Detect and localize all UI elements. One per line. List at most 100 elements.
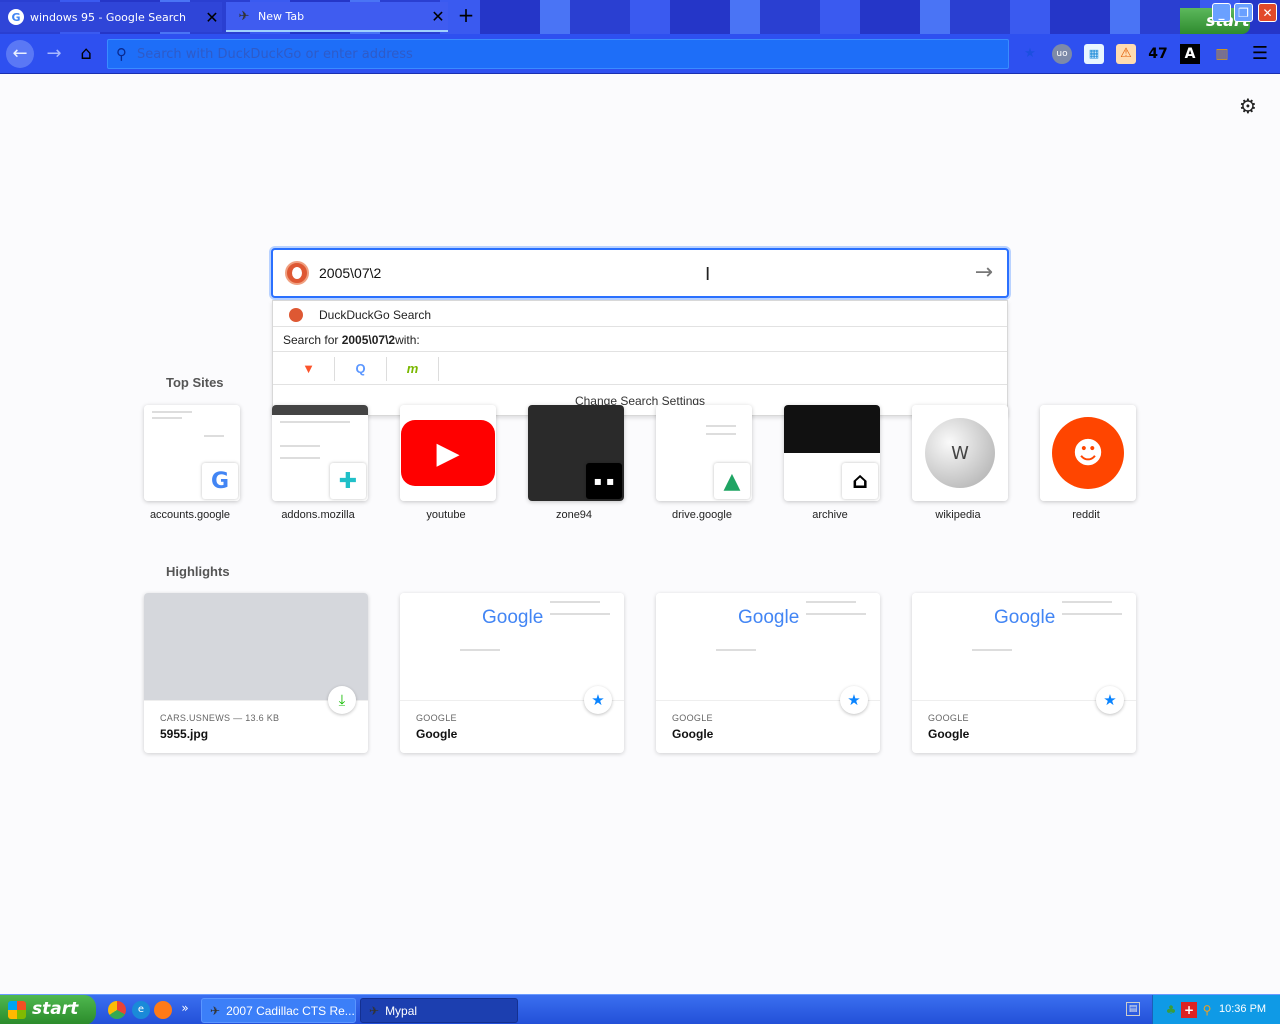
top-site-label: zone94 xyxy=(555,509,593,521)
top-site-tile[interactable]: ☻ xyxy=(1040,405,1136,501)
reddit-alien-icon: ☻ xyxy=(1040,405,1136,501)
arrow-right-icon: → xyxy=(46,43,62,64)
search-icon: ⚲ xyxy=(116,45,127,63)
mypal-icon: ✈ xyxy=(238,8,250,24)
extension-badge-count[interactable]: 47 xyxy=(1146,44,1170,64)
top-site-label: addons.mozilla xyxy=(281,509,355,521)
arrow-left-icon: ← xyxy=(12,43,28,64)
top-site-tile[interactable]: ▪ ▪ xyxy=(528,405,624,501)
mojeek-icon[interactable]: m xyxy=(387,356,439,381)
navigation-bar: ← → ⌂ ⚲ ★ uo ▦ ⚠ 47 A ▥ ☰ xyxy=(0,34,1280,74)
extension-orange-icon[interactable]: ⚠ xyxy=(1116,44,1136,64)
firefox-icon[interactable] xyxy=(154,1001,172,1019)
mypal-icon: ✈ xyxy=(210,1003,221,1018)
brave-icon[interactable]: ▼ xyxy=(283,356,335,381)
top-site-label: archive xyxy=(812,509,848,521)
mypal-icon: ✈ xyxy=(369,1003,380,1018)
top-site-tile[interactable]: W xyxy=(912,405,1008,501)
home-icon: ⌂ xyxy=(80,43,92,64)
qwant-icon[interactable]: Q xyxy=(335,356,387,381)
highlight-card[interactable]: Google ★ GOOGLE Google xyxy=(656,593,880,753)
top-site-tile[interactable]: ⌂ xyxy=(784,405,880,501)
maximize-button[interactable]: ❐ xyxy=(1234,3,1253,22)
top-site-tile[interactable]: ✚ xyxy=(272,405,368,501)
newtab-search-box[interactable]: 2005\07\2 I → xyxy=(271,248,1009,298)
change-search-settings[interactable]: Change Search Settings xyxy=(273,389,1007,413)
bookmark-star-icon: ★ xyxy=(1096,686,1124,714)
internet-explorer-icon[interactable]: e xyxy=(132,1001,150,1019)
download-icon: ⤓ xyxy=(328,686,356,714)
bar-chart-extension-icon[interactable]: ▥ xyxy=(1212,44,1232,64)
system-tray: ♣ + ⚲ 10:36 PM xyxy=(1152,995,1280,1024)
url-bar[interactable]: ⚲ xyxy=(107,39,1009,69)
top-site-label: reddit xyxy=(1072,509,1100,521)
close-tab-icon[interactable]: ✕ xyxy=(202,8,222,27)
url-input[interactable] xyxy=(137,46,1008,62)
top-site-label: accounts.google xyxy=(149,509,231,521)
search-tray-icon[interactable]: ⚲ xyxy=(1199,1002,1215,1018)
tab-google-search[interactable]: G windows 95 - Google Search ✕ xyxy=(0,2,222,32)
search-query-text[interactable]: 2005\07\2 xyxy=(319,265,381,281)
youtube-play-icon: ▶ xyxy=(400,405,496,501)
chrome-icon[interactable] xyxy=(108,1001,126,1019)
suggestion-duckduckgo[interactable]: DuckDuckGo Search xyxy=(273,303,1007,327)
top-sites-heading: Top Sites xyxy=(166,375,224,390)
network-icon[interactable]: ♣ xyxy=(1163,1002,1179,1018)
clock: 10:36 PM xyxy=(1219,1003,1267,1015)
zone94-icon: ▪ ▪ xyxy=(586,463,622,499)
google-logo: Google xyxy=(738,607,800,628)
close-tab-icon[interactable]: ✕ xyxy=(428,7,448,26)
font-extension-icon[interactable]: A xyxy=(1180,44,1200,64)
highlight-meta: GOOGLE xyxy=(416,713,457,723)
highlight-card[interactable]: Google ★ GOOGLE Google xyxy=(400,593,624,753)
ublock-icon[interactable]: uo xyxy=(1052,44,1072,64)
home-button[interactable]: ⌂ xyxy=(72,40,100,68)
tab-title: New Tab xyxy=(258,9,305,23)
bookmark-star-icon[interactable]: ★ xyxy=(1020,44,1040,64)
top-site-tile[interactable]: ▶ xyxy=(400,405,496,501)
keyboard-icon[interactable]: ▤ xyxy=(1126,1002,1140,1016)
chevron-more-icon[interactable]: » xyxy=(178,999,192,1017)
duckduckgo-icon xyxy=(285,261,309,285)
highlight-title: Google xyxy=(672,727,714,741)
back-button[interactable]: ← xyxy=(6,40,34,68)
puzzle-piece-icon: ✚ xyxy=(330,463,366,499)
antivirus-icon[interactable]: + xyxy=(1181,1002,1197,1018)
highlight-image: Google xyxy=(656,593,880,701)
forward-button[interactable]: → xyxy=(40,40,68,68)
search-suggestions-dropdown: DuckDuckGo Search Search for 2005\07\2 w… xyxy=(272,300,1008,416)
tab-title: windows 95 - Google Search xyxy=(30,10,186,24)
minimize-button[interactable]: _ xyxy=(1212,3,1231,22)
start-button[interactable]: start xyxy=(0,995,96,1024)
gear-icon[interactable]: ⚙ xyxy=(1239,94,1257,118)
hamburger-menu-icon[interactable]: ☰ xyxy=(1250,44,1270,64)
new-tab-button[interactable]: + xyxy=(455,4,477,28)
top-site-tile[interactable]: ▲ xyxy=(656,405,752,501)
search-for-prefix: Search for xyxy=(283,332,339,347)
top-site-label: drive.google xyxy=(672,509,732,521)
tab-strip: G windows 95 - Google Search ✕ ✈ New Tab… xyxy=(0,0,1280,34)
tab-new-tab[interactable]: ✈ New Tab ✕ xyxy=(226,2,448,32)
top-site-label: youtube xyxy=(426,509,466,521)
bookmark-star-icon: ★ xyxy=(840,686,868,714)
highlights-heading: Highlights xyxy=(166,564,230,579)
search-for-suffix: with: xyxy=(395,332,420,347)
highlight-image xyxy=(144,593,368,701)
taskbar-task[interactable]: ✈ Mypal xyxy=(360,998,518,1023)
extension-grid-icon[interactable]: ▦ xyxy=(1084,44,1104,64)
start-label: start xyxy=(32,999,79,1019)
google-drive-icon: ▲ xyxy=(714,463,750,499)
search-go-arrow-icon[interactable]: → xyxy=(975,260,993,285)
taskbar-task[interactable]: ✈ 2007 Cadillac CTS Re... xyxy=(201,998,356,1023)
close-window-button[interactable]: ✕ xyxy=(1258,3,1277,22)
google-logo: Google xyxy=(482,607,544,628)
highlight-title: 5955.jpg xyxy=(160,727,209,741)
task-label: Mypal xyxy=(385,1003,418,1018)
windows-logo-icon xyxy=(8,1001,26,1019)
highlight-title: Google xyxy=(928,727,970,741)
highlight-card[interactable]: Google ★ GOOGLE Google xyxy=(912,593,1136,753)
search-for-query: 2005\07\2 xyxy=(341,332,396,347)
top-site-tile[interactable]: G xyxy=(144,405,240,501)
highlight-card[interactable]: ⤓ CARS.USNEWS — 13.6 KB 5955.jpg xyxy=(144,593,368,753)
bookmark-star-icon: ★ xyxy=(584,686,612,714)
